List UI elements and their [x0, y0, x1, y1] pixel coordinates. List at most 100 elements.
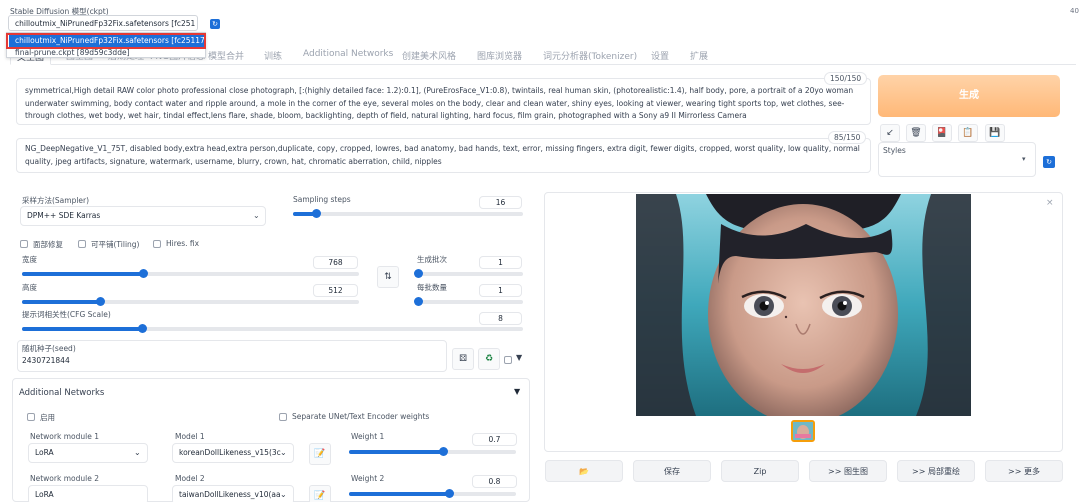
weight-1-label: Weight 1: [351, 432, 385, 441]
height-label: 高度: [22, 283, 37, 292]
height-slider[interactable]: [22, 297, 359, 306]
open-folder-icon[interactable]: 📂: [545, 460, 623, 482]
negative-prompt-input[interactable]: NG_DeepNegative_V1_75T, disabled body,ex…: [16, 138, 871, 173]
separate-weights-label: Separate UNet/Text Encoder weights: [292, 412, 430, 421]
tiling-checkbox[interactable]: [78, 240, 86, 248]
chevron-down-icon: ⌄: [134, 448, 141, 457]
steps-slider[interactable]: [293, 209, 523, 218]
batch-count-slider[interactable]: [414, 269, 523, 278]
gallery-thumbnail[interactable]: [791, 420, 815, 442]
generate-button[interactable]: 生成: [878, 75, 1060, 117]
send-to-inpaint-button[interactable]: >> 局部重绘: [897, 460, 975, 482]
tab-gallery[interactable]: 图库浏览器: [477, 49, 522, 62]
batch-count-label: 生成批次: [417, 255, 447, 264]
face-restore-label: 面部修复: [33, 240, 63, 249]
save-style-icon[interactable]: 💾: [985, 124, 1005, 142]
slider-thumb[interactable]: [312, 209, 321, 218]
face-restore-checkbox[interactable]: [20, 240, 28, 248]
highlight-outline: [6, 33, 206, 49]
steps-label: Sampling steps: [293, 195, 351, 204]
model-option-final-prune[interactable]: final-prune.ckpt [89d59c3dde]: [9, 48, 136, 57]
side-digits: 40: [1070, 7, 1079, 15]
tab-tokenizer[interactable]: 词元分析器(Tokenizer): [543, 49, 637, 62]
tab-settings[interactable]: 设置: [651, 49, 669, 62]
caret-down-icon[interactable]: ▼: [516, 353, 522, 362]
network-module-1-label: Network module 1: [30, 432, 99, 441]
prompt-input[interactable]: symmetrical,High detail RAW color photo …: [16, 78, 871, 125]
seed-input[interactable]: 2430721844: [22, 356, 70, 365]
slider-thumb[interactable]: [139, 269, 149, 278]
model-1-select[interactable]: koreanDollLikeness_v15(3c: [172, 443, 294, 463]
reuse-seed-recycle-icon[interactable]: ♻: [478, 348, 500, 370]
batch-size-input[interactable]: 1: [479, 284, 522, 297]
chevron-down-icon: ▾: [1022, 155, 1026, 163]
slider-thumb[interactable]: [414, 269, 423, 278]
model-2-select[interactable]: taiwanDollLikeness_v10(aa: [172, 485, 294, 502]
network-module-2-label: Network module 2: [30, 474, 99, 483]
slider-thumb[interactable]: [95, 297, 105, 306]
model-1-label: Model 1: [175, 432, 205, 441]
styles-refresh-icon[interactable]: ↻: [1043, 156, 1055, 168]
tiling-label: 可平铺(Tiling): [91, 240, 140, 249]
separate-weights-checkbox[interactable]: [279, 413, 287, 421]
sampler-select[interactable]: DPM++ SDE Karras: [20, 206, 266, 226]
generated-image[interactable]: [636, 194, 971, 416]
tab-merge[interactable]: 模型合并: [208, 49, 244, 62]
addnet-enable-checkbox[interactable]: [27, 413, 35, 421]
model-2-label: Model 2: [175, 474, 205, 483]
zip-button[interactable]: Zip: [721, 460, 799, 482]
network-module-1-select[interactable]: LoRA: [28, 443, 148, 463]
negative-token-counter: 85/150: [828, 131, 867, 144]
clipboard-icon[interactable]: 📋: [958, 124, 978, 142]
batch-size-label: 每批数量: [417, 283, 447, 292]
tab-train[interactable]: 训练: [264, 49, 282, 62]
hires-fix-label: Hires. fix: [166, 239, 200, 248]
cfg-slider[interactable]: [22, 324, 523, 333]
send-to-img2img-button[interactable]: >> 图生图: [809, 460, 887, 482]
seed-label: 随机种子(seed): [22, 344, 76, 353]
slider-thumb[interactable]: [414, 297, 423, 306]
steps-input[interactable]: 16: [479, 196, 522, 209]
model-select[interactable]: chilloutmix_NiPrunedFp32Fix.safetensors …: [8, 15, 198, 31]
hires-fix-checkbox[interactable]: [153, 240, 161, 248]
chevron-down-icon: ⌄: [253, 211, 260, 220]
random-seed-dice-icon[interactable]: ⚄: [452, 348, 474, 370]
addnet-enable-label: 启用: [40, 413, 55, 422]
collapse-caret-icon[interactable]: ▼: [514, 387, 520, 396]
width-input[interactable]: 768: [313, 256, 358, 269]
close-icon[interactable]: ×: [1046, 198, 1054, 208]
styles-label: Styles: [883, 146, 906, 155]
send-to-extras-button[interactable]: >> 更多: [985, 460, 1063, 482]
tab-aesthetic[interactable]: 创建美术风格: [402, 49, 456, 62]
cfg-input[interactable]: 8: [479, 312, 522, 325]
save-button[interactable]: 保存: [633, 460, 711, 482]
tab-extensions[interactable]: 扩展: [690, 49, 708, 62]
width-label: 宽度: [22, 255, 37, 264]
network-module-2-select[interactable]: LoRA: [28, 485, 148, 502]
additional-networks-title[interactable]: Additional Networks: [19, 388, 104, 398]
cfg-label: 提示词相关性(CFG Scale): [22, 310, 111, 319]
refresh-icon[interactable]: ↻: [210, 19, 220, 29]
trash-icon[interactable]: 🗑: [906, 124, 926, 142]
model-2-info-icon[interactable]: 📝: [309, 485, 331, 502]
read-params-icon[interactable]: ↙: [880, 124, 900, 142]
weight-2-slider[interactable]: [349, 489, 516, 498]
swap-dimensions-icon[interactable]: ⇅: [377, 266, 399, 288]
weight-1-slider[interactable]: [349, 447, 516, 456]
batch-count-input[interactable]: 1: [479, 256, 522, 269]
weight-2-input[interactable]: 0.8: [472, 475, 517, 488]
model-1-info-icon[interactable]: 📝: [309, 443, 331, 465]
slider-thumb[interactable]: [438, 447, 448, 456]
batch-size-slider[interactable]: [414, 297, 523, 306]
weight-2-label: Weight 2: [351, 474, 385, 483]
width-slider[interactable]: [22, 269, 359, 278]
prompt-token-counter: 150/150: [824, 72, 868, 85]
height-input[interactable]: 512: [313, 284, 358, 297]
seed-panel: [17, 340, 447, 372]
show-extra-networks-icon[interactable]: 🎴: [932, 124, 952, 142]
tab-additional-networks[interactable]: Additional Networks: [303, 49, 393, 59]
sampler-label: 采样方法(Sampler): [22, 196, 90, 205]
slider-thumb[interactable]: [138, 324, 148, 333]
extra-seed-checkbox[interactable]: [504, 356, 512, 364]
weight-1-input[interactable]: 0.7: [472, 433, 517, 446]
